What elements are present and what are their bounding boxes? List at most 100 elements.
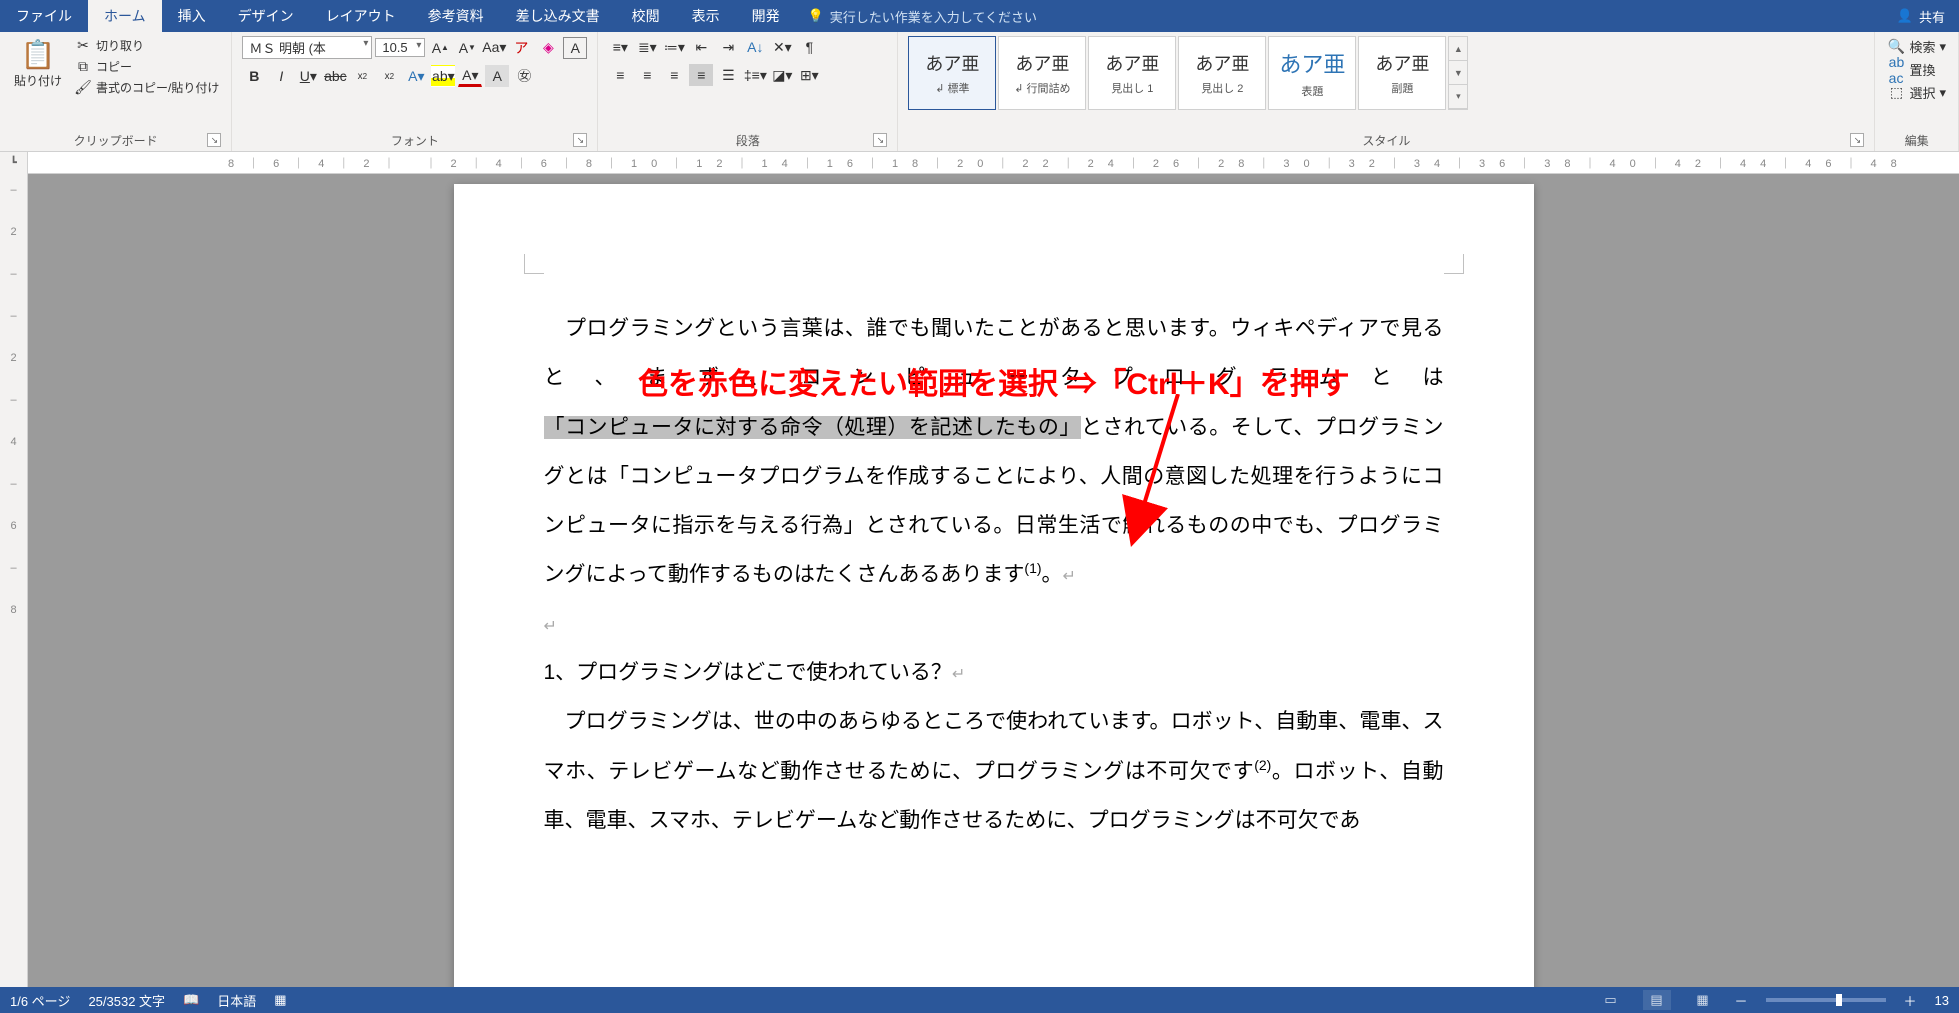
subscript-button[interactable]: x2 bbox=[350, 65, 374, 87]
tab-home[interactable]: ホーム bbox=[88, 0, 162, 32]
ruler-corner[interactable]: ┗ bbox=[0, 152, 28, 174]
style-preview: あア亜 bbox=[1279, 47, 1345, 79]
clipboard-dialog-launcher[interactable]: ↘ bbox=[207, 133, 221, 147]
italic-button[interactable]: I bbox=[269, 65, 293, 87]
shrink-font-button[interactable]: A▼ bbox=[455, 37, 479, 59]
distribute-button[interactable]: ☰ bbox=[716, 64, 740, 86]
ruler-vertical[interactable]: ‒2‒‒2‒4‒6‒8 bbox=[0, 174, 28, 987]
bullets-button[interactable]: ≡▾ bbox=[608, 36, 632, 58]
style-item-5[interactable]: あア亜副題 bbox=[1358, 36, 1446, 110]
tab-developer[interactable]: 開発 bbox=[736, 0, 796, 32]
document-page[interactable]: プログラミングという言葉は、誰でも聞いたことがあると思います。ウィキペディアで見… bbox=[454, 184, 1534, 987]
font-dialog-launcher[interactable]: ↘ bbox=[573, 133, 587, 147]
tab-file[interactable]: ファイル bbox=[0, 0, 88, 32]
tab-view[interactable]: 表示 bbox=[676, 0, 736, 32]
style-caption: 副題 bbox=[1391, 80, 1413, 96]
paragraph-dialog-launcher[interactable]: ↘ bbox=[873, 133, 887, 147]
change-case-button[interactable]: Aa▾ bbox=[482, 37, 506, 59]
status-page[interactable]: 1/6 ページ bbox=[10, 991, 70, 1010]
tab-design[interactable]: デザイン bbox=[222, 0, 310, 32]
strikethrough-button[interactable]: abc bbox=[323, 65, 347, 87]
document-area[interactable]: 色を赤色に変えたい範囲を選択 ⇒「Ctrl＋K」を押す プログラミングという言葉… bbox=[28, 174, 1959, 987]
font-size-combo[interactable]: 10.5 bbox=[375, 38, 425, 57]
style-item-1[interactable]: あア亜↲ 行間詰め bbox=[998, 36, 1086, 110]
paste-button[interactable]: 📋 貼り付け bbox=[10, 36, 66, 89]
view-web-layout-button[interactable]: ▦ bbox=[1689, 990, 1717, 1010]
underline-button[interactable]: U▾ bbox=[296, 65, 320, 87]
numbering-button[interactable]: ≣▾ bbox=[635, 36, 659, 58]
grow-font-button[interactable]: A▲ bbox=[428, 37, 452, 59]
font-color-button[interactable]: A▾ bbox=[458, 65, 482, 87]
decrease-indent-button[interactable]: ⇤ bbox=[689, 36, 713, 58]
workspace: ‒2‒‒2‒4‒6‒8 色を赤色に変えたい範囲を選択 ⇒「Ctrl＋K」を押す … bbox=[0, 174, 1959, 987]
scissors-icon: ✂ bbox=[74, 38, 92, 54]
highlight-button[interactable]: ab▾ bbox=[431, 65, 455, 87]
para-mark-icon: ↵ bbox=[1063, 568, 1076, 585]
find-label: 検索 bbox=[1909, 37, 1935, 56]
shading-button[interactable]: ◪▾ bbox=[770, 64, 794, 86]
group-font: ＭＳ 明朝 (本 10.5 A▲ A▼ Aa▾ ア ◈ A B I U▾ abc… bbox=[232, 32, 598, 151]
style-item-2[interactable]: あア亜見出し 1 bbox=[1088, 36, 1176, 110]
increase-indent-button[interactable]: ⇥ bbox=[716, 36, 740, 58]
align-center-button[interactable]: ≡ bbox=[635, 64, 659, 86]
group-editing: 🔍検索 ▾ abac置換 ⬚選択 ▾ 編集 bbox=[1875, 32, 1959, 151]
tab-review[interactable]: 校閲 bbox=[616, 0, 676, 32]
show-marks-button[interactable]: ¶ bbox=[797, 36, 821, 58]
format-painter-button[interactable]: 🖌書式のコピー/貼り付け bbox=[72, 78, 221, 97]
tab-mailings[interactable]: 差し込み文書 bbox=[500, 0, 616, 32]
style-preview: あア亜 bbox=[1015, 50, 1069, 76]
replace-button[interactable]: abac置換 bbox=[1885, 59, 1948, 80]
borders-button[interactable]: ⊞▾ bbox=[797, 64, 821, 86]
bold-button[interactable]: B bbox=[242, 65, 266, 87]
style-item-3[interactable]: あア亜見出し 2 bbox=[1178, 36, 1266, 110]
styles-gallery: あア亜↲ 標準あア亜↲ 行間詰めあア亜見出し 1あア亜見出し 2あア亜表題あア亜… bbox=[908, 36, 1468, 110]
enclose-circle-button[interactable]: ㊛ bbox=[512, 65, 536, 87]
align-left-button[interactable]: ≡ bbox=[608, 64, 632, 86]
tell-me-search[interactable]: 💡 実行したい作業を入力してください bbox=[796, 0, 1049, 32]
zoom-in-button[interactable]: ＋ bbox=[1904, 991, 1917, 1010]
zoom-thumb[interactable] bbox=[1836, 994, 1842, 1006]
clear-formatting-button[interactable]: ◈ bbox=[536, 37, 560, 59]
status-words[interactable]: 25/3532 文字 bbox=[88, 991, 165, 1010]
text-effects-button[interactable]: A▾ bbox=[404, 65, 428, 87]
phonetic-guide-button[interactable]: ア bbox=[509, 37, 533, 59]
clipboard-icon: 📋 bbox=[20, 36, 56, 72]
status-macro-icon[interactable]: ▦ bbox=[274, 992, 286, 1008]
styles-dialog-launcher[interactable]: ↘ bbox=[1850, 133, 1864, 147]
view-print-layout-button[interactable]: ▤ bbox=[1643, 990, 1671, 1010]
status-language[interactable]: 日本語 bbox=[217, 991, 256, 1010]
align-justify-button[interactable]: ≡ bbox=[689, 64, 713, 86]
align-right-button[interactable]: ≡ bbox=[662, 64, 686, 86]
copy-button[interactable]: ⧉コピー bbox=[72, 57, 221, 76]
style-item-4[interactable]: あア亜表題 bbox=[1268, 36, 1356, 110]
selected-text[interactable]: 「コンピュータに対する命令（処理）を記述したもの」 bbox=[544, 416, 1081, 439]
styles-more-button[interactable]: ▲▼▾ bbox=[1448, 36, 1468, 110]
char-shading-button[interactable]: A bbox=[485, 65, 509, 87]
clipboard-group-label: クリップボード bbox=[74, 134, 158, 148]
multilevel-button[interactable]: ≔▾ bbox=[662, 36, 686, 58]
tab-layout[interactable]: レイアウト bbox=[310, 0, 412, 32]
style-preview: あア亜 bbox=[925, 50, 979, 76]
zoom-slider[interactable] bbox=[1766, 998, 1886, 1002]
zoom-level[interactable]: 13 bbox=[1935, 993, 1949, 1008]
styles-group-label: スタイル bbox=[1362, 134, 1410, 148]
tab-insert[interactable]: 挿入 bbox=[162, 0, 222, 32]
paragraph-group-label: 段落 bbox=[736, 134, 760, 148]
sort-button[interactable]: A↓ bbox=[743, 36, 767, 58]
copy-label: コピー bbox=[96, 58, 132, 75]
superscript-button[interactable]: x2 bbox=[377, 65, 401, 87]
enclose-char-button[interactable]: A bbox=[563, 37, 587, 59]
asian-layout-button[interactable]: ✕▾ bbox=[770, 36, 794, 58]
ruler-horizontal[interactable]: ┗ 8｜6｜4｜2｜ ｜2｜4｜6｜8｜10｜12｜14｜16｜18｜20｜22… bbox=[0, 152, 1959, 174]
view-read-mode-button[interactable]: ▭ bbox=[1597, 990, 1625, 1010]
cut-button[interactable]: ✂切り取り bbox=[72, 36, 221, 55]
style-item-0[interactable]: あア亜↲ 標準 bbox=[908, 36, 996, 110]
select-button[interactable]: ⬚選択 ▾ bbox=[1885, 82, 1948, 103]
font-name-combo[interactable]: ＭＳ 明朝 (本 bbox=[242, 36, 372, 59]
share-label: 共有 bbox=[1919, 7, 1945, 26]
line-spacing-button[interactable]: ‡≡▾ bbox=[743, 64, 767, 86]
zoom-out-button[interactable]: － bbox=[1735, 991, 1748, 1010]
tab-references[interactable]: 参考資料 bbox=[412, 0, 500, 32]
share-button[interactable]: 👤 共有 bbox=[1883, 0, 1959, 32]
status-proofing-icon[interactable]: 📖 bbox=[183, 992, 199, 1008]
